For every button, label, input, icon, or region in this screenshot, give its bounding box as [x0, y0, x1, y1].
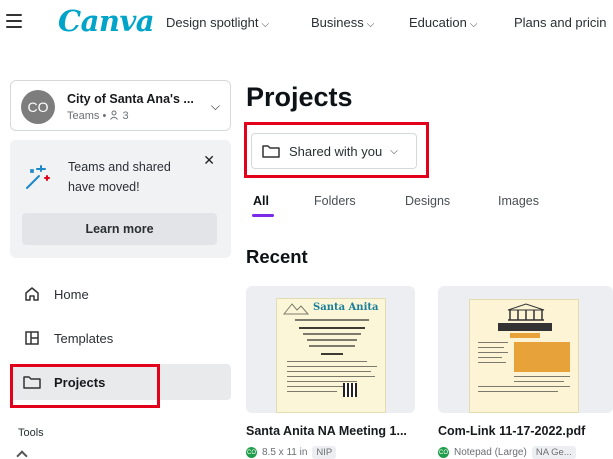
shared-with-you-button[interactable]: Shared with you ⌵	[251, 133, 417, 169]
design-meta: CO Notepad (Large) NA Ge...	[438, 446, 576, 459]
shared-with-you-label: Shared with you	[289, 143, 383, 159]
sidebar-item-home[interactable]: Home	[10, 276, 231, 312]
folder-badge: NA Ge...	[531, 446, 576, 459]
active-tab-indicator	[252, 214, 274, 217]
mountain-icon	[283, 303, 309, 315]
menu-icon[interactable]	[6, 14, 22, 28]
chevron-down-icon: ⌵	[366, 19, 375, 30]
team-member-count: 3	[122, 110, 129, 122]
design-title[interactable]: Santa Anita NA Meeting 1...	[246, 424, 407, 438]
team-subtitle: Teams • 3	[67, 110, 129, 122]
team-switcher[interactable]: CO City of Santa Ana's ... Teams • 3 ⌵	[10, 80, 231, 131]
learn-more-button[interactable]: Learn more	[22, 213, 217, 245]
tools-heading: Tools	[18, 427, 44, 439]
tab-images[interactable]: Images	[498, 194, 539, 208]
design-title[interactable]: Com-Link 11-17-2022.pdf	[438, 424, 585, 438]
sidebar-item-label: Projects	[54, 374, 106, 390]
sidebar-item-projects[interactable]: Projects	[10, 364, 231, 400]
sidebar-item-templates[interactable]: Templates	[10, 320, 231, 356]
tab-designs[interactable]: Designs	[405, 194, 450, 208]
top-nav: Canva Design spotlight ⌵ Business ⌵ Educat…	[0, 0, 613, 48]
document-preview: Santa Anita	[276, 298, 386, 413]
chevron-down-icon: ⌵	[390, 145, 398, 157]
owner-avatar: CO	[438, 447, 449, 458]
thumbnail-heading: Santa Anita	[313, 302, 379, 313]
design-size: Notepad (Large)	[454, 447, 527, 458]
nav-plans-pricing[interactable]: Plans and pricin	[514, 15, 607, 30]
tab-all[interactable]: All	[253, 194, 269, 208]
templates-icon	[20, 330, 44, 346]
folder-icon	[262, 144, 280, 158]
canva-logo[interactable]: Canva	[58, 4, 155, 38]
document-preview	[469, 299, 579, 413]
people-icon	[110, 110, 119, 120]
page-title: Projects	[246, 82, 353, 112]
chevron-down-icon: ⌵	[469, 19, 478, 30]
owner-avatar: CO	[246, 447, 257, 458]
notice-text: Teams and shared have moved!	[68, 160, 171, 194]
sparkle-icon	[26, 165, 50, 189]
nav-design-spotlight[interactable]: Design spotlight ⌵	[166, 15, 269, 30]
teams-moved-notice: Teams and shared have moved! ✕ Learn mor…	[10, 140, 231, 258]
sidebar-item-label: Templates	[54, 330, 114, 346]
recent-heading: Recent	[246, 246, 308, 267]
design-meta: CO 8.5 x 11 in NIP	[246, 446, 337, 459]
design-thumbnail[interactable]	[438, 286, 613, 413]
chevron-down-icon: ⌵	[261, 19, 270, 30]
folder-badge: NIP	[312, 446, 337, 459]
nav-business[interactable]: Business ⌵	[311, 15, 374, 30]
close-icon[interactable]: ✕	[203, 152, 215, 169]
design-size: 8.5 x 11 in	[262, 447, 308, 458]
home-icon	[20, 286, 44, 302]
team-avatar: CO	[21, 90, 55, 124]
folder-icon	[20, 375, 44, 389]
chevron-up-icon[interactable]	[16, 450, 28, 459]
team-name: City of Santa Ana's ...	[67, 92, 194, 106]
tab-folders[interactable]: Folders	[314, 194, 356, 208]
design-thumbnail[interactable]: Santa Anita	[246, 286, 415, 413]
nav-education[interactable]: Education ⌵	[409, 15, 477, 30]
sidebar-item-label: Home	[54, 286, 89, 302]
chevron-down-icon: ⌵	[210, 99, 220, 113]
building-icon	[507, 303, 545, 321]
